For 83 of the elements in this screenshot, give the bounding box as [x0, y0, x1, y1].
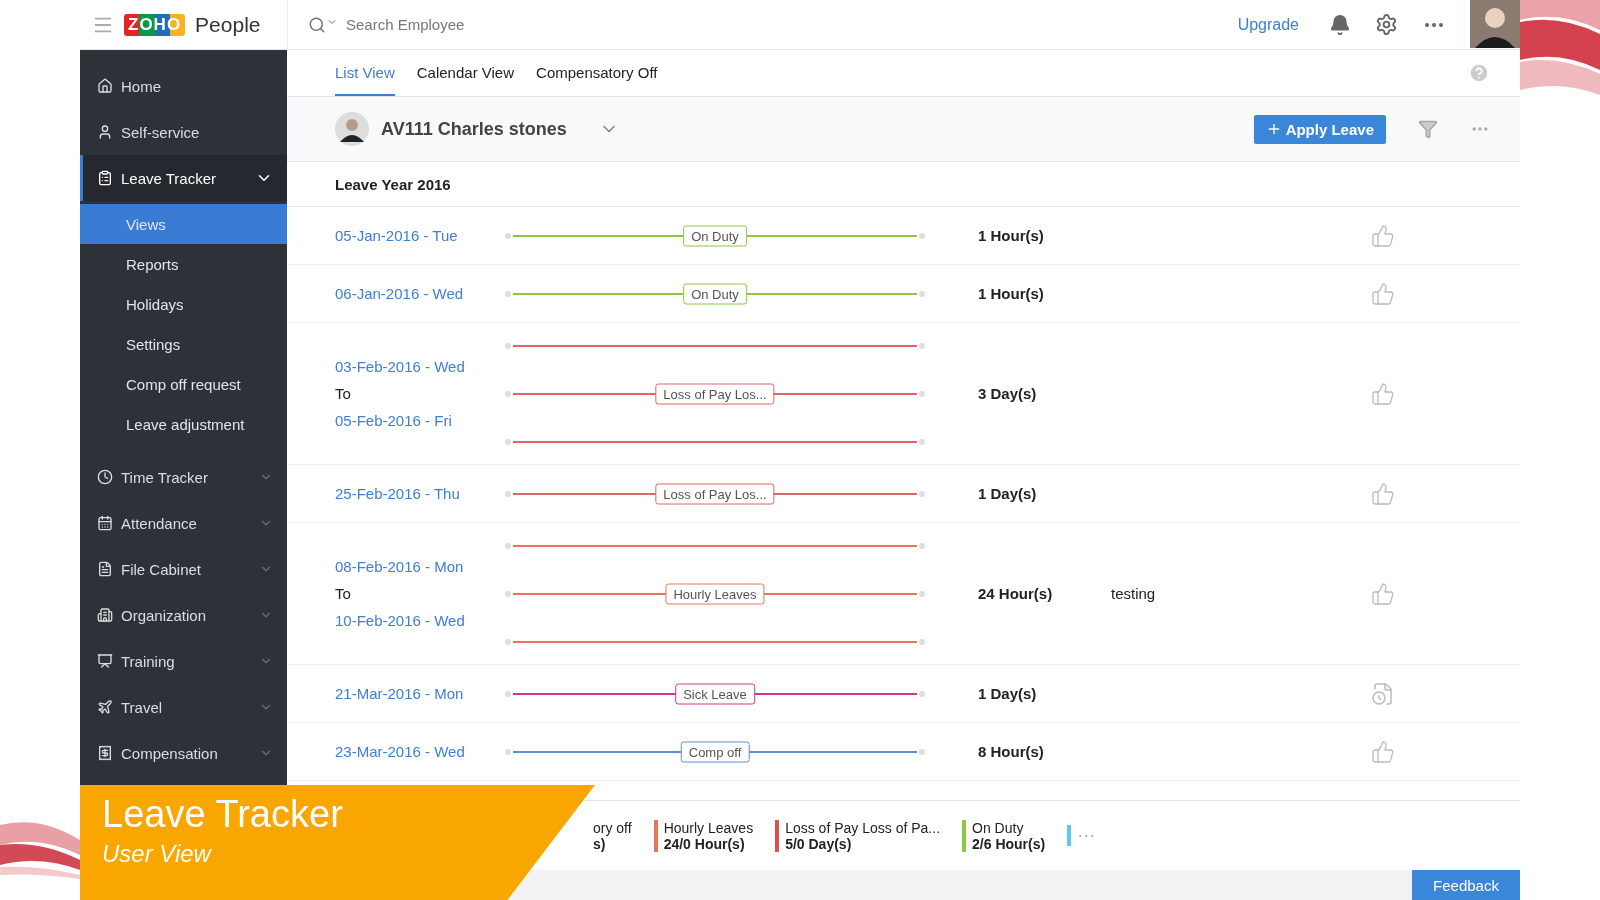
sidebar-item[interactable]: Home: [80, 63, 287, 109]
sidebar-subitem[interactable]: Reports: [80, 244, 287, 284]
sidebar-subitem[interactable]: Comp off request: [80, 364, 287, 404]
duration-text: 1 Hour(s): [978, 285, 1045, 302]
calendar-icon: [97, 515, 113, 531]
thumbs-up-icon[interactable]: [1371, 481, 1395, 506]
balance-label: ory off: [593, 819, 632, 836]
home-icon: [97, 78, 113, 94]
date-link[interactable]: 05-Jan-2016 - Tue: [335, 227, 505, 244]
receipt-icon: [97, 745, 113, 761]
feedback-button[interactable]: Feedback: [1412, 870, 1520, 900]
avatar: [335, 112, 369, 146]
balance-value: 24/0 Hour(s): [663, 835, 746, 852]
sidebar-item[interactable]: Time Tracker: [80, 454, 287, 500]
duration-text: 24 Hour(s): [978, 585, 1054, 602]
date-link[interactable]: 25-Feb-2016 - Thu: [335, 485, 505, 502]
leave-type-tag: Hourly Leaves: [665, 583, 765, 604]
sidebar-subitem[interactable]: Leave adjustment: [80, 404, 287, 444]
leave-type-tag: On Duty: [683, 225, 747, 246]
thumbs-up-icon[interactable]: [1371, 223, 1395, 248]
product-name: People: [195, 12, 261, 37]
sidebar-item[interactable]: Organization: [80, 592, 287, 638]
date-link[interactable]: 21-Mar-2016 - Mon: [335, 685, 505, 702]
document-clock-icon[interactable]: [1371, 681, 1395, 706]
balance-value: 2/6 Hour(s): [972, 835, 1046, 852]
date-link[interactable]: 06-Jan-2016 - Wed: [335, 285, 505, 302]
document-icon: [97, 561, 113, 577]
balance-label: Hourly Leaves: [663, 819, 754, 836]
notifications-icon[interactable]: [1329, 13, 1351, 36]
tab[interactable]: Compensatory Off: [536, 50, 658, 96]
leave-type-tag: On Duty: [683, 283, 747, 304]
duration-text: 1 Hour(s): [978, 227, 1045, 244]
sidebar-subitem[interactable]: Holidays: [80, 284, 287, 324]
settings-icon[interactable]: [1375, 13, 1398, 36]
duration-text: 1 Day(s): [978, 685, 1038, 702]
sidebar-subitem[interactable]: Settings: [80, 324, 287, 364]
sidebar-item[interactable]: Training: [80, 638, 287, 684]
leave-type-tag: Loss of Pay Los...: [655, 383, 775, 404]
plane-icon: [97, 699, 113, 715]
clipboard-icon: [97, 170, 113, 186]
duration-text: 8 Hour(s): [978, 743, 1045, 760]
help-icon[interactable]: [1468, 62, 1490, 84]
leave-type-tag: Loss of Pay Los...: [655, 483, 775, 504]
sidebar-item[interactable]: Travel: [80, 684, 287, 730]
leave-type-tag: Sick Leave: [675, 683, 755, 704]
sidebar-item[interactable]: Self-service: [80, 109, 287, 155]
filter-icon[interactable]: [1418, 119, 1438, 139]
sidebar-item[interactable]: Compensation: [80, 730, 287, 776]
thumbs-up-icon[interactable]: [1371, 281, 1395, 306]
balance-label: Loss of Pay Loss of Pa...: [785, 819, 941, 836]
balance-value: 5/0 Day(s): [785, 835, 852, 852]
banner-title: Leave Tracker: [102, 793, 343, 836]
sidebar-item[interactable]: Attendance: [80, 500, 287, 546]
user-icon: [97, 124, 113, 140]
thumbs-up-icon[interactable]: [1371, 739, 1395, 764]
date-link[interactable]: 03-Feb-2016 - Wed: [335, 358, 505, 375]
upgrade-link[interactable]: Upgrade: [1237, 15, 1299, 34]
duration-text: 3 Day(s): [978, 385, 1038, 402]
reason-text: testing: [1111, 585, 1156, 602]
banner-subtitle: User View: [102, 840, 211, 868]
balance-label: On Duty: [972, 819, 1025, 836]
date-link[interactable]: 08-Feb-2016 - Mon: [335, 558, 505, 575]
date-link[interactable]: 23-Mar-2016 - Wed: [335, 743, 505, 760]
range-separator: To: [335, 385, 352, 402]
thumbs-up-icon[interactable]: [1371, 381, 1395, 406]
date-link[interactable]: 10-Feb-2016 - Wed: [335, 612, 505, 629]
presentation-board-icon: [97, 653, 113, 669]
range-separator: To: [335, 585, 352, 602]
employee-name[interactable]: AV111 Charles stones: [381, 118, 567, 140]
thumbs-up-icon[interactable]: [1371, 581, 1395, 606]
leave-type-tag: Comp off: [680, 741, 750, 762]
leave-year-heading: Leave Year 2016: [287, 162, 1520, 207]
building-icon: [97, 607, 113, 623]
sidebar-item[interactable]: File Cabinet: [80, 546, 287, 592]
date-link[interactable]: 05-Feb-2016 - Fri: [335, 412, 505, 429]
balance-value: s): [593, 835, 606, 852]
clock-icon: [97, 469, 113, 485]
sidebar-item[interactable]: Leave Tracker: [80, 155, 287, 201]
avatar[interactable]: [1470, 0, 1520, 48]
search-icon[interactable]: [308, 15, 338, 34]
tab[interactable]: Calendar View: [416, 50, 515, 96]
duration-text: 1 Day(s): [978, 485, 1038, 502]
apply-leave-button[interactable]: Apply Leave: [1253, 114, 1386, 144]
